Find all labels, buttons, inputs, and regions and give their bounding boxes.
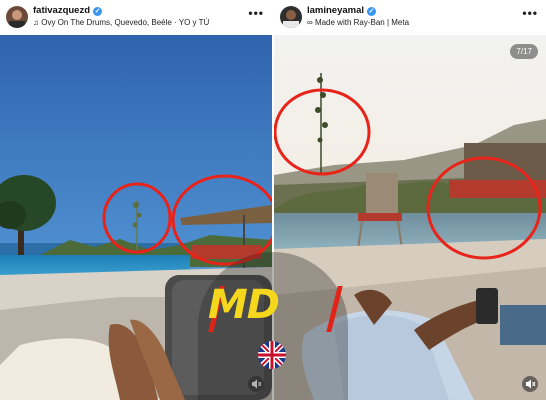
uk-flag-icon (258, 341, 286, 369)
carousel-counter: 7/17 (510, 44, 538, 59)
subtitle-row[interactable]: ∞ Made with Ray-Ban | Meta (307, 18, 409, 27)
audio-label[interactable]: Ovy On The Drums, Quevedo, Beéle · YO y … (41, 18, 209, 27)
subtitle-label[interactable]: Made with Ray-Ban | Meta (315, 18, 409, 27)
post-header: fativazquezd ✓ ♫ Ovy On The Drums, Queved… (0, 0, 272, 35)
verified-badge-icon: ✓ (367, 7, 377, 16)
username[interactable]: lamineyamal (307, 5, 364, 16)
mute-icon[interactable] (522, 376, 538, 392)
audio-row[interactable]: ♫ Ovy On The Drums, Quevedo, Beéle · YO … (33, 18, 209, 27)
music-note-icon: ♫ (33, 18, 39, 27)
more-dots-icon[interactable]: ••• (248, 6, 264, 20)
post-header: lamineyamal ✓ ∞ Made with Ray-Ban | Meta … (274, 0, 546, 35)
username-row[interactable]: lamineyamal ✓ (307, 5, 377, 16)
verified-badge-icon: ✓ (93, 7, 103, 16)
avatar[interactable] (6, 6, 28, 28)
username-row[interactable]: fativazquezd ✓ (33, 5, 103, 16)
watermark-logo: MD (208, 282, 280, 328)
more-dots-icon[interactable]: ••• (522, 6, 538, 20)
glasses-icon: ∞ (307, 18, 313, 27)
username[interactable]: fativazquezd (33, 5, 90, 16)
avatar[interactable] (280, 6, 302, 28)
